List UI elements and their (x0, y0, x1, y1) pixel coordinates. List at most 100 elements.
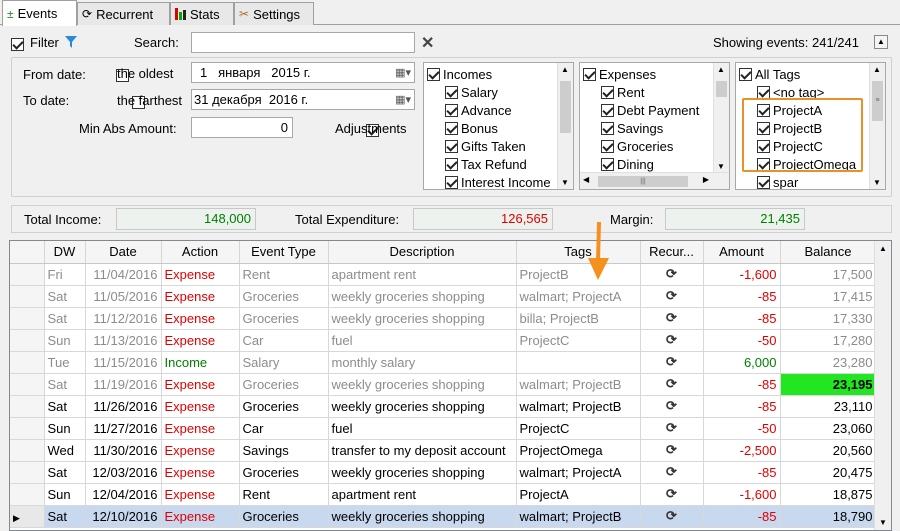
cell-event-type[interactable]: Groceries (239, 285, 329, 308)
cell-date[interactable]: 11/12/2016 (85, 307, 162, 330)
cell-action[interactable]: Expense (161, 373, 240, 396)
list-item[interactable]: spar (757, 173, 798, 189)
cell-date[interactable]: 12/04/2016 (85, 483, 162, 506)
cell-action[interactable]: Expense (161, 307, 240, 330)
cell-balance[interactable]: 17,415 (780, 285, 877, 308)
item-checkbox[interactable] (601, 85, 614, 99)
table-row[interactable]: Wed 11/30/2016 Expense Savings transfer to m… (10, 439, 877, 462)
table-row[interactable]: Fri 11/04/2016 Expense Rent apartment rent Pr… (10, 263, 877, 286)
tags-all-checkbox[interactable] (739, 67, 752, 81)
cell-tags[interactable]: ProjectB (516, 263, 641, 286)
column-header-balance[interactable]: Balance (780, 241, 877, 264)
cell-description[interactable]: transfer to my deposit account (328, 439, 517, 462)
cell-date[interactable]: 11/04/2016 (85, 263, 162, 286)
column-header-recurrent[interactable]: Recur... (640, 241, 704, 264)
cell-description[interactable]: weekly groceries shopping (328, 395, 517, 418)
column-header-action[interactable]: Action (161, 241, 240, 264)
cell-amount[interactable]: -1,600 (703, 483, 781, 506)
cell-balance[interactable]: 17,280 (780, 329, 877, 352)
cell-recurrent[interactable]: ⟳ (640, 439, 704, 462)
cell-dw[interactable]: Sun (44, 329, 86, 352)
cell-tags[interactable]: ProjectC (516, 417, 641, 440)
cell-event-type[interactable]: Groceries (239, 395, 329, 418)
cell-balance[interactable]: 20,475 (780, 461, 877, 484)
item-checkbox[interactable] (601, 103, 614, 117)
cell-tags[interactable]: ProjectA (516, 483, 641, 506)
cell-date[interactable]: 11/26/2016 (85, 395, 162, 418)
item-checkbox[interactable] (445, 139, 458, 153)
cell-balance[interactable]: 23,110 (780, 395, 877, 418)
list-item[interactable]: Interest Income (445, 173, 551, 189)
cell-action[interactable]: Expense (161, 439, 240, 462)
table-row[interactable]: ▶ Sat 12/10/2016 Expense Groceries weekly gro… (10, 505, 877, 528)
cell-dw[interactable]: Sun (44, 417, 86, 440)
cell-action[interactable]: Income (161, 351, 240, 374)
cell-description[interactable]: weekly groceries shopping (328, 373, 517, 396)
item-checkbox[interactable] (445, 175, 458, 189)
scroll-left-icon[interactable]: ◀ (583, 175, 589, 184)
item-checkbox[interactable] (757, 175, 770, 189)
expenses-all-checkbox[interactable] (583, 67, 596, 81)
cell-recurrent[interactable]: ⟳ (640, 285, 704, 308)
scroll-thumb[interactable]: ≡ (872, 81, 883, 121)
cell-dw[interactable]: Sat (44, 373, 86, 396)
cell-date[interactable]: 11/05/2016 (85, 285, 162, 308)
tab-stats[interactable]: Stats (170, 2, 234, 25)
scroll-thumb[interactable] (560, 81, 571, 133)
calendar-dropdown-icon[interactable]: ▦▾ (395, 91, 411, 110)
cell-date[interactable]: 11/30/2016 (85, 439, 162, 462)
cell-dw[interactable]: Tue (44, 351, 86, 374)
list-item[interactable]: Salary (445, 83, 498, 101)
table-row[interactable]: Sat 12/03/2016 Expense Groceries weekly groc… (10, 461, 877, 484)
cell-tags[interactable]: walmart; ProjectB (516, 505, 641, 528)
scroll-down-icon[interactable]: ▼ (561, 178, 569, 187)
scroll-thumb[interactable] (716, 81, 727, 97)
cell-amount[interactable]: -50 (703, 417, 781, 440)
table-row[interactable]: Sun 11/13/2016 Expense Car fuel ProjectC ⟳ -50 1… (10, 329, 877, 352)
cell-date[interactable]: 11/15/2016 (85, 351, 162, 374)
scroll-up-icon[interactable]: ▲ (879, 244, 887, 253)
cell-balance[interactable]: 18,790 (780, 505, 877, 528)
cell-amount[interactable]: -85 (703, 307, 781, 330)
tab-settings[interactable]: ✂ Settings (234, 2, 314, 25)
column-header-description[interactable]: Description (328, 241, 517, 264)
item-checkbox[interactable] (445, 103, 458, 117)
cell-tags[interactable]: billa; ProjectB (516, 307, 641, 330)
expenses-list[interactable]: Expenses Rent Debt Payment Savings Groce… (579, 62, 730, 190)
cell-tags[interactable]: walmart; ProjectA (516, 461, 641, 484)
cell-description[interactable]: fuel (328, 329, 517, 352)
cell-balance[interactable]: 18,875 (780, 483, 877, 506)
scroll-up-icon[interactable]: ▲ (561, 65, 569, 74)
item-checkbox[interactable] (445, 85, 458, 99)
cell-description[interactable]: apartment rent (328, 263, 517, 286)
cell-event-type[interactable]: Savings (239, 439, 329, 462)
cell-description[interactable]: apartment rent (328, 483, 517, 506)
cell-event-type[interactable]: Groceries (239, 307, 329, 330)
cell-description[interactable]: monthly salary (328, 351, 517, 374)
cell-amount[interactable]: -85 (703, 505, 781, 528)
cell-balance[interactable]: 17,500 (780, 263, 877, 286)
table-row[interactable]: Sat 11/12/2016 Expense Groceries weekly groc… (10, 307, 877, 330)
cell-action[interactable]: Expense (161, 505, 240, 528)
cell-event-type[interactable]: Groceries (239, 505, 329, 528)
list-item[interactable]: Tax Refund (445, 155, 527, 173)
clear-search-icon[interactable]: ✕ (421, 33, 434, 53)
collapse-filter-button[interactable]: ▲ (874, 35, 888, 49)
cell-amount[interactable]: 6,000 (703, 351, 781, 374)
cell-dw[interactable]: Sat (44, 461, 86, 484)
cell-action[interactable]: Expense (161, 263, 240, 286)
cell-description[interactable]: weekly groceries shopping (328, 285, 517, 308)
cell-action[interactable]: Expense (161, 329, 240, 352)
list-item[interactable]: Groceries (601, 137, 673, 155)
cell-dw[interactable]: Sat (44, 307, 86, 330)
cell-tags[interactable]: ProjectOmega (516, 439, 641, 462)
min-abs-amount-input[interactable]: 0 (191, 117, 293, 138)
cell-event-type[interactable]: Groceries (239, 461, 329, 484)
expenses-horizontal-scrollbar[interactable]: ◀ ||| ▶ (580, 172, 729, 189)
cell-recurrent[interactable]: ⟳ (640, 395, 704, 418)
cell-recurrent[interactable]: ⟳ (640, 263, 704, 286)
cell-tags[interactable] (516, 351, 641, 374)
cell-balance[interactable]: 23,195 (780, 373, 877, 396)
cell-description[interactable]: weekly groceries shopping (328, 307, 517, 330)
cell-amount[interactable]: -2,500 (703, 439, 781, 462)
